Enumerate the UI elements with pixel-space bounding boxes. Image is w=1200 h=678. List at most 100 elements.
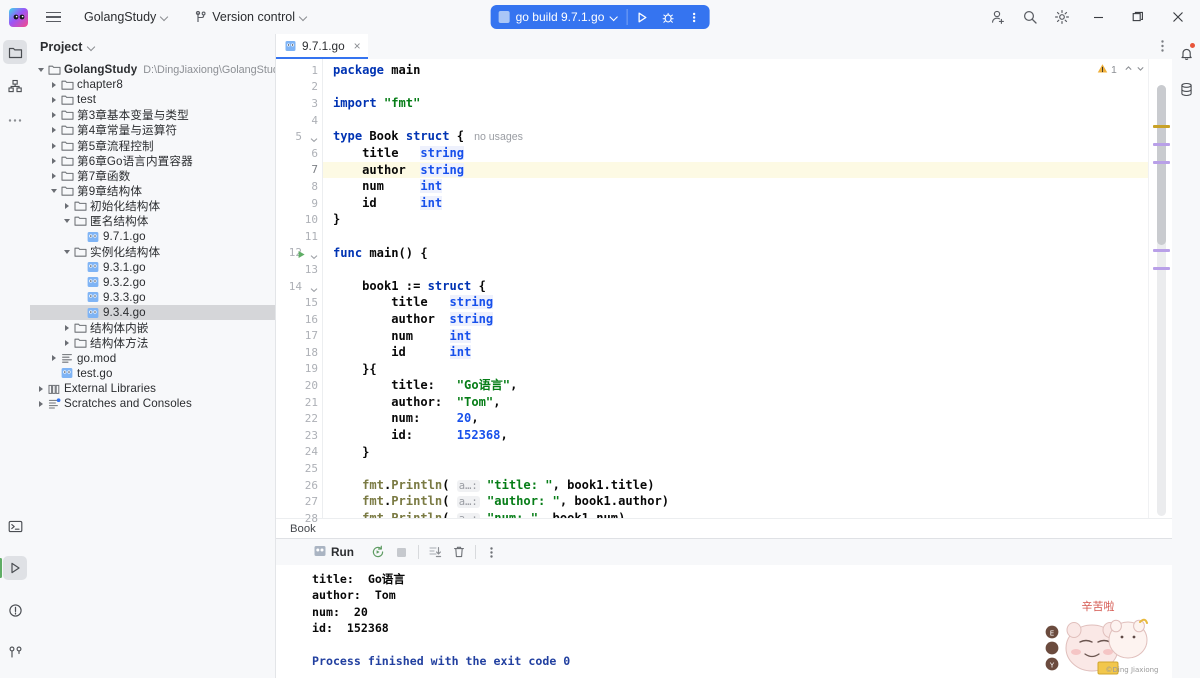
tree-item-6Go[interactable]: 第6章Go语言内置容器	[30, 153, 275, 168]
tree-item-ExternalLibraries[interactable]: External Libraries	[30, 381, 275, 396]
notifications-bell-icon[interactable]	[1175, 42, 1197, 64]
code-line[interactable]: id: 152368,	[323, 427, 1148, 444]
gutter-line-number[interactable]: 15	[276, 294, 322, 311]
tree-item-[interactable]: 初始化结构体	[30, 199, 275, 214]
tree-item-test.go[interactable]: test.go	[30, 366, 275, 381]
run-panel-more-icon[interactable]	[480, 541, 504, 563]
chevron-down-icon[interactable]	[88, 43, 96, 51]
code-line[interactable]	[323, 112, 1148, 129]
sidebar-more-icon[interactable]	[3, 108, 27, 132]
chevron-right-icon[interactable]	[47, 81, 60, 88]
tree-item-[interactable]: 实例化结构体	[30, 244, 275, 259]
gutter-line-number[interactable]: 23	[276, 427, 322, 444]
gutter-line-number[interactable]: 20	[276, 377, 322, 394]
editor-scrollbar-track[interactable]	[1157, 85, 1166, 516]
chevron-right-icon[interactable]	[60, 339, 73, 346]
code-line[interactable]	[323, 79, 1148, 96]
editor-tabs-more-icon[interactable]	[1161, 39, 1164, 58]
gutter-line-number[interactable]: 18	[276, 344, 322, 361]
chevron-right-icon[interactable]	[47, 142, 60, 149]
marker-warning[interactable]	[1153, 125, 1170, 128]
chevron-down-icon[interactable]	[34, 67, 47, 72]
gutter-line-number[interactable]: 17	[276, 328, 322, 345]
tree-item-9.3.3.go[interactable]: 9.3.3.go	[30, 290, 275, 305]
code-line[interactable]: title string	[323, 145, 1148, 162]
gutter-line-number[interactable]: 11	[276, 228, 322, 245]
editor-scrollbar-thumb[interactable]	[1157, 85, 1166, 245]
run-button[interactable]	[629, 6, 655, 28]
chevron-down-icon[interactable]	[60, 219, 73, 224]
chevron-right-icon[interactable]	[47, 172, 60, 179]
code-line[interactable]: }{	[323, 361, 1148, 378]
code-line[interactable]	[323, 261, 1148, 278]
gutter-line-number[interactable]: 14	[276, 278, 322, 295]
tree-item-go.mod[interactable]: go.mod	[30, 351, 275, 366]
chevron-right-icon[interactable]	[34, 400, 47, 407]
tree-item-[interactable]: 结构体内嵌	[30, 320, 275, 335]
code-line[interactable]: }	[323, 211, 1148, 228]
code-line[interactable]: author string	[323, 161, 1148, 179]
chevron-right-icon[interactable]	[60, 324, 73, 331]
run-gutter-icon[interactable]	[297, 249, 306, 262]
gutter-line-number[interactable]: 7	[276, 162, 322, 179]
sidebar-item-structure[interactable]	[3, 74, 27, 98]
chevron-right-icon[interactable]	[34, 385, 47, 392]
tree-item-9.3.4.go[interactable]: 9.3.4.go	[30, 305, 275, 321]
gutter-line-number[interactable]: 8	[276, 178, 322, 195]
add-account-icon[interactable]	[982, 2, 1014, 32]
project-name-menu[interactable]: GolangStudy	[78, 7, 175, 27]
gutter-line-number[interactable]: 27	[276, 493, 322, 510]
run-console-output[interactable]: 辛苦啦 E Y ©Ding Jiaxiong title: Go语言 autho…	[276, 565, 1172, 678]
tree-item-chapter8[interactable]: chapter8	[30, 77, 275, 92]
code-line[interactable]: func main() {	[323, 245, 1148, 262]
marker-usage[interactable]	[1153, 267, 1170, 270]
code-line[interactable]: fmt.Println( a…: "title: ", book1.title)	[323, 477, 1148, 494]
chevron-right-icon[interactable]	[47, 355, 60, 362]
code-line[interactable]: id int	[323, 195, 1148, 212]
marker-usage[interactable]	[1153, 249, 1170, 252]
editor-code-area[interactable]: package main import "fmt" type Book struct…	[322, 59, 1148, 518]
breadcrumb[interactable]: Book	[276, 518, 1172, 538]
version-control-menu[interactable]: Version control	[189, 7, 314, 27]
tree-item-7[interactable]: 第7章函数	[30, 168, 275, 183]
gutter-line-number[interactable]: 9	[276, 195, 322, 212]
marker-usage[interactable]	[1153, 143, 1170, 146]
code-line[interactable]: title string	[323, 294, 1148, 311]
tree-item-3[interactable]: 第3章基本变量与类型	[30, 108, 275, 123]
tree-item-[interactable]: 匿名结构体	[30, 214, 275, 229]
sidebar-item-terminal[interactable]	[3, 514, 27, 538]
gutter-line-number[interactable]: 10	[276, 211, 322, 228]
database-icon[interactable]	[1175, 78, 1197, 100]
sidebar-item-git[interactable]	[3, 640, 27, 664]
editor-tab-9-7-1-go[interactable]: 9.7.1.go ×	[276, 34, 368, 59]
tree-item-9[interactable]: 第9章结构体	[30, 184, 275, 199]
scroll-to-end-icon[interactable]	[423, 541, 447, 563]
gutter-line-number[interactable]: 28	[276, 510, 322, 527]
editor-gutter[interactable]: 1 2 3 4 5 6 7 8 9 10 11 12 13 14 15 16 17 18 19 20 21 22 23 24 2…	[276, 59, 322, 525]
chevron-right-icon[interactable]	[60, 203, 73, 210]
code-line[interactable]: author: "Tom",	[323, 394, 1148, 411]
tree-item-ScratchesandConsoles[interactable]: Scratches and Consoles	[30, 396, 275, 411]
close-icon[interactable]: ×	[354, 40, 361, 52]
debug-button[interactable]	[655, 6, 681, 28]
gutter-line-number[interactable]: 22	[276, 410, 322, 427]
code-line[interactable]: author string	[323, 311, 1148, 328]
code-line[interactable]	[323, 460, 1148, 477]
gutter-line-number[interactable]: 5	[276, 128, 322, 145]
minimize-button[interactable]	[1078, 0, 1118, 34]
gutter-line-number[interactable]: 19	[276, 361, 322, 378]
chevron-up-icon[interactable]	[1124, 64, 1133, 76]
chevron-down-icon[interactable]	[47, 189, 60, 194]
tree-item-9.3.2.go[interactable]: 9.3.2.go	[30, 275, 275, 290]
chevron-right-icon[interactable]	[47, 112, 60, 119]
gutter-line-number[interactable]: 25	[276, 460, 322, 477]
code-line[interactable]: num int	[323, 328, 1148, 345]
gutter-line-number[interactable]: 13	[276, 261, 322, 278]
code-line[interactable]: fmt.Println( a…: "author: ", book1.autho…	[323, 493, 1148, 510]
code-line[interactable]	[323, 228, 1148, 245]
code-line[interactable]: book1 := struct {	[323, 278, 1148, 295]
tree-item-GolangStudy[interactable]: GolangStudy D:\DingJiaxiong\GolangStudy	[30, 62, 275, 77]
marker-usage[interactable]	[1153, 161, 1170, 164]
gutter-line-number[interactable]: 26	[276, 477, 322, 494]
search-icon[interactable]	[1014, 2, 1046, 32]
